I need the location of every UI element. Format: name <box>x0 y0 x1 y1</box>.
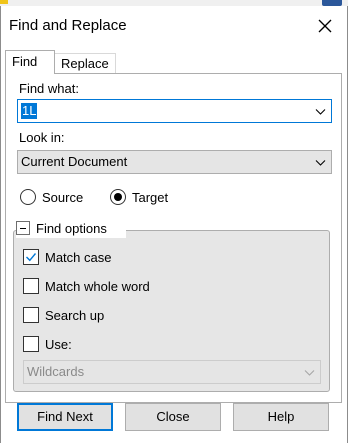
match-case-label[interactable]: Match case <box>45 250 111 265</box>
look-in-value: Current Document <box>21 154 128 169</box>
collapse-minus-icon[interactable] <box>16 221 30 235</box>
find-what-input[interactable]: 1L <box>21 103 38 119</box>
close-button[interactable]: Close <box>125 403 221 431</box>
match-whole-word-checkbox[interactable] <box>23 278 39 294</box>
match-whole-word-label[interactable]: Match whole word <box>45 279 150 294</box>
look-in-label: Look in: <box>19 130 65 145</box>
look-in-select[interactable]: Current Document <box>17 150 332 174</box>
checkmark-icon <box>26 253 37 262</box>
search-up-label[interactable]: Search up <box>45 308 104 323</box>
tab-find[interactable]: Find <box>5 50 55 74</box>
help-button[interactable]: Help <box>233 403 329 431</box>
use-label[interactable]: Use: <box>45 337 72 352</box>
source-radio-label[interactable]: Source <box>42 190 83 205</box>
titlebar: Find and Replace <box>1 6 347 46</box>
find-what-combobox[interactable]: 1L <box>17 99 332 123</box>
use-checkbox[interactable] <box>23 336 39 352</box>
tab-replace[interactable]: Replace <box>54 53 116 74</box>
chevron-down-icon[interactable] <box>315 157 326 168</box>
background-icon <box>0 0 8 4</box>
match-case-checkbox[interactable] <box>23 249 39 265</box>
radio-selected-dot <box>114 193 122 201</box>
use-select: Wildcards <box>23 360 321 384</box>
chevron-down-icon <box>304 370 315 376</box>
screen: Find and Replace Find Replace Find what:… <box>0 0 348 443</box>
find-options-legend-text: Find options <box>36 221 107 236</box>
find-options-legend[interactable]: Find options <box>16 220 126 238</box>
search-up-checkbox[interactable] <box>23 307 39 323</box>
use-select-value: Wildcards <box>27 364 85 379</box>
dialog-title: Find and Replace <box>9 17 127 34</box>
target-radio-label[interactable]: Target <box>132 190 168 205</box>
find-next-button[interactable]: Find Next <box>17 403 113 431</box>
target-radio[interactable] <box>110 189 126 205</box>
source-radio[interactable] <box>20 189 36 205</box>
find-what-label: Find what: <box>19 81 79 96</box>
chevron-down-icon[interactable] <box>315 106 326 117</box>
close-icon[interactable] <box>313 14 337 38</box>
